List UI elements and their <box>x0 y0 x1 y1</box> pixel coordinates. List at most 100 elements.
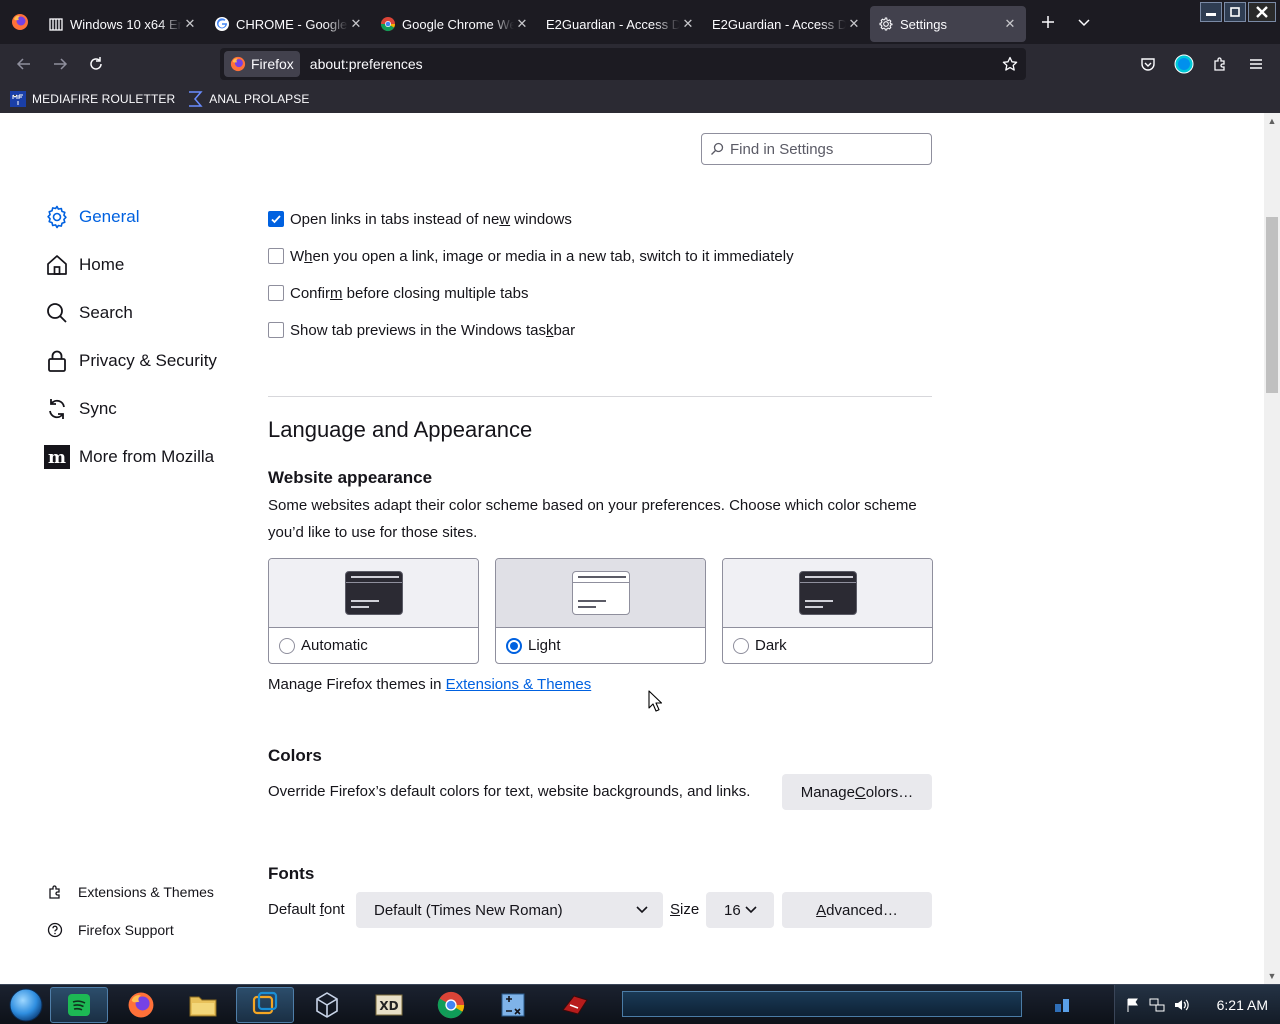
tab-chrome-search[interactable]: CHROME - Google Search ✕ <box>206 6 372 42</box>
close-icon <box>1256 6 1268 18</box>
radio-button[interactable] <box>506 637 522 654</box>
checkbox-open-links-in-tabs[interactable]: Open links in tabs instead of new window… <box>268 209 572 229</box>
firefox-menu-icon[interactable] <box>0 0 40 44</box>
taskbar-firefox[interactable] <box>112 987 170 1023</box>
identity-box[interactable]: Firefox <box>224 51 300 77</box>
size-label: Size <box>670 901 700 918</box>
checkbox[interactable] <box>268 322 284 338</box>
back-button[interactable] <box>6 46 42 82</box>
volume-icon[interactable] <box>1171 995 1191 1015</box>
appearance-option-automatic[interactable]: Automatic <box>268 558 479 664</box>
minimize-button[interactable] <box>1200 2 1222 22</box>
sidebar-extensions-themes[interactable]: Extensions & Themes <box>46 873 214 911</box>
font-size-select[interactable]: 16 <box>706 892 774 928</box>
search-input[interactable] <box>730 140 920 158</box>
checkbox-label: Confirm before closing multiple tabs <box>290 284 529 302</box>
taskbar-vm-app[interactable] <box>236 986 294 1023</box>
reload-button[interactable] <box>78 46 114 82</box>
checkbox-switch-to-new-tab[interactable]: When you open a link, image or media in … <box>268 246 794 266</box>
svg-text:m: m <box>48 448 66 468</box>
new-tab-button[interactable] <box>1030 4 1066 40</box>
taskbar-clock[interactable]: 6:21 AM <box>1217 997 1268 1013</box>
sidebar-item-general[interactable]: General <box>44 193 244 241</box>
taskbar-3d-app[interactable] <box>298 987 356 1023</box>
search-icon <box>711 142 724 155</box>
cube-icon <box>316 991 338 1018</box>
taskbar-game-app[interactable] <box>546 987 604 1023</box>
list-all-tabs-button[interactable] <box>1066 4 1102 40</box>
manage-colors-button[interactable]: Manage Colors… <box>782 774 932 810</box>
network-icon[interactable] <box>1147 995 1167 1015</box>
taskbar-open-window-strip[interactable] <box>622 991 1022 1017</box>
sidebar-firefox-support[interactable]: Firefox Support <box>46 911 214 949</box>
calculator-icon <box>501 993 525 1016</box>
tab-windows[interactable]: Windows 10 x64 English ✕ <box>40 6 206 42</box>
dark-window-preview-icon <box>344 571 403 615</box>
checkbox[interactable] <box>268 285 284 301</box>
chevron-down-icon <box>1078 19 1090 27</box>
find-in-settings[interactable] <box>701 133 932 165</box>
pocket-button[interactable] <box>1130 46 1166 82</box>
pocket-icon <box>1141 58 1155 71</box>
taskbar-calculator-app[interactable] <box>484 987 542 1023</box>
sidebar-item-label: Home <box>79 255 125 274</box>
radio-button[interactable] <box>279 637 295 654</box>
tab-title: E2Guardian - Access Denied <box>712 16 846 32</box>
bookmark-second[interactable]: ANAL PROLAPSE <box>187 90 309 107</box>
sidebar-item-sync[interactable]: Sync <box>44 385 244 433</box>
scroll-up-icon[interactable]: ▲ <box>1264 113 1280 129</box>
taskbar-file-explorer[interactable] <box>174 987 232 1023</box>
checkbox[interactable] <box>268 248 284 264</box>
sidebar-item-more-from-mozilla[interactable]: m More from Mozilla <box>44 433 244 481</box>
forward-button[interactable] <box>42 46 78 82</box>
appearance-option-dark[interactable]: Dark <box>722 558 933 664</box>
close-icon[interactable]: ✕ <box>514 16 530 32</box>
scroll-down-icon[interactable]: ▼ <box>1264 968 1280 984</box>
home-icon <box>44 252 70 278</box>
radio-button[interactable] <box>733 637 749 654</box>
appearance-option-light[interactable]: Light <box>495 558 706 664</box>
account-button[interactable] <box>1166 46 1202 82</box>
bookmark-star-button[interactable] <box>994 48 1026 80</box>
close-icon[interactable]: ✕ <box>348 16 364 32</box>
maximize-button[interactable] <box>1224 2 1246 22</box>
taskbar-xd-app[interactable]: XD <box>360 987 418 1023</box>
url-bar[interactable]: Firefox about:preferences <box>220 48 1026 80</box>
close-icon[interactable]: ✕ <box>846 16 862 32</box>
taskbar-chrome[interactable] <box>422 987 480 1023</box>
spotify-icon <box>68 993 90 1016</box>
desktop-toolbar-icon[interactable] <box>1050 993 1074 1017</box>
close-icon[interactable]: ✕ <box>182 16 198 32</box>
url-text[interactable]: about:preferences <box>310 56 994 72</box>
flag-icon[interactable] <box>1123 995 1143 1015</box>
taskbar-spotify[interactable] <box>50 986 108 1023</box>
sidebar-item-home[interactable]: Home <box>44 241 244 289</box>
chrome-icon <box>437 991 465 1018</box>
close-icon[interactable]: ✕ <box>680 16 696 32</box>
start-button[interactable] <box>6 985 46 1024</box>
close-icon[interactable]: ✕ <box>1002 16 1018 32</box>
bookmark-mediafire[interactable]: MEDIAFIRE ROULETTER <box>10 90 175 107</box>
tab-chrome-web[interactable]: Google Chrome Web Browser ✕ <box>372 6 538 42</box>
checkbox-label: Show tab previews in the Windows taskbar <box>290 321 576 339</box>
sidebar-item-search[interactable]: Search <box>44 289 244 337</box>
default-font-select[interactable]: Default (Times New Roman) <box>356 892 663 928</box>
advanced-fonts-button[interactable]: Advanced… <box>782 892 932 928</box>
app-menu-button[interactable] <box>1238 46 1274 82</box>
sidebar-item-privacy[interactable]: Privacy & Security <box>44 337 244 385</box>
appearance-chooser: Automatic Light Dark <box>268 558 933 664</box>
tab-settings[interactable]: Settings ✕ <box>870 6 1026 42</box>
light-window-preview-icon <box>571 571 630 615</box>
page-scrollbar[interactable]: ▲ ▼ <box>1264 113 1280 984</box>
scrollbar-thumb[interactable] <box>1266 217 1278 393</box>
default-font-value: Default (Times New Roman) <box>374 901 563 919</box>
checkbox-tab-previews-taskbar[interactable]: Show tab previews in the Windows taskbar <box>268 320 575 340</box>
checkbox[interactable] <box>268 211 284 227</box>
close-window-button[interactable] <box>1248 2 1276 22</box>
puzzle-icon <box>46 883 64 901</box>
tab-e2guardian-1[interactable]: E2Guardian - Access Denied ✕ <box>538 6 704 42</box>
tab-e2guardian-2[interactable]: E2Guardian - Access Denied ✕ <box>704 6 870 42</box>
checkbox-confirm-closing-tabs[interactable]: Confirm before closing multiple tabs <box>268 283 528 303</box>
extensions-themes-link[interactable]: Extensions & Themes <box>446 676 592 693</box>
extensions-button[interactable] <box>1202 46 1238 82</box>
